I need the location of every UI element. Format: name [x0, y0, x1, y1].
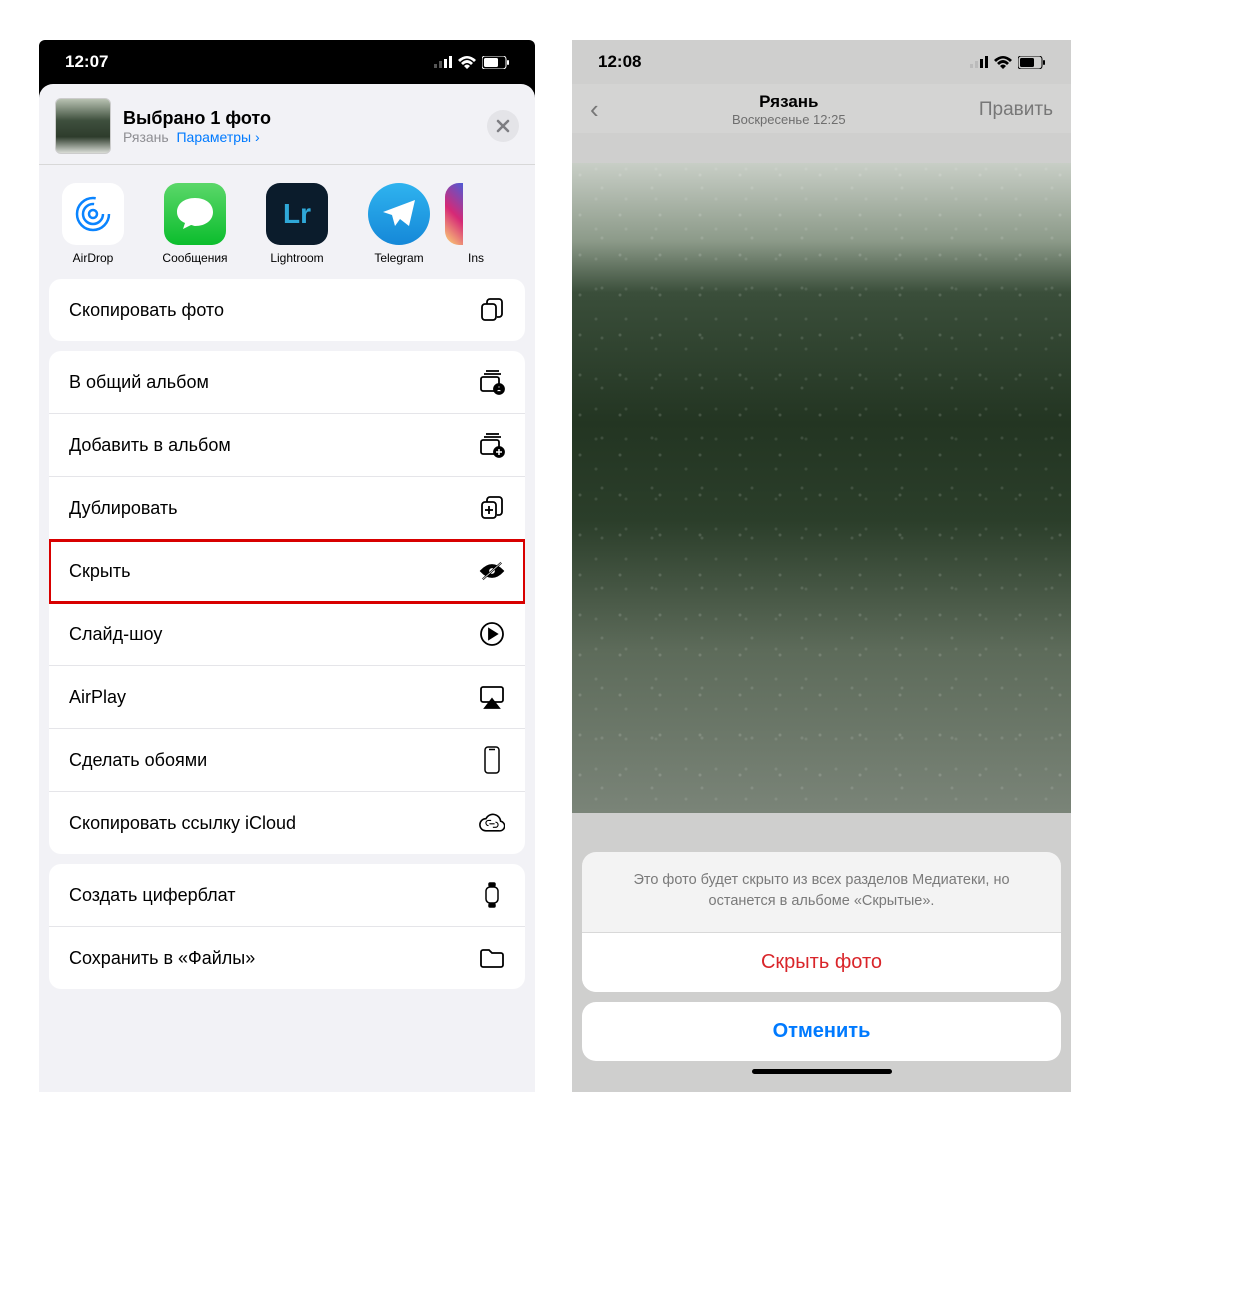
- action-airplay[interactable]: AirPlay: [49, 666, 525, 729]
- nav-title: Рязань: [599, 92, 979, 112]
- slideshow-icon: [479, 621, 505, 647]
- app-airdrop[interactable]: AirDrop: [59, 183, 127, 265]
- action-label: Скопировать ссылку iCloud: [69, 813, 296, 834]
- action-group: В общий альбом Добавить в альбом Дублирова…: [49, 351, 525, 854]
- signal-icon: [434, 56, 452, 68]
- app-instagram[interactable]: Ins: [467, 183, 485, 265]
- close-icon: [496, 119, 510, 133]
- action-copy[interactable]: Скопировать фото: [49, 279, 525, 341]
- nav-subtitle: Воскресенье 12:25: [599, 112, 979, 127]
- edit-button[interactable]: Править: [979, 99, 1053, 121]
- action-label: Добавить в альбом: [69, 435, 231, 456]
- close-button[interactable]: [487, 110, 519, 142]
- action-hide[interactable]: Скрыть: [49, 540, 525, 603]
- action-sheet: Это фото будет скрыто из всех разделов М…: [572, 852, 1071, 1092]
- app-messages[interactable]: Сообщения: [161, 183, 229, 265]
- wifi-icon: [458, 56, 476, 69]
- action-add-album[interactable]: Добавить в альбом: [49, 414, 525, 477]
- wifi-icon: [994, 56, 1012, 69]
- sheet-title: Выбрано 1 фото: [123, 108, 475, 129]
- app-share-row[interactable]: AirDrop Сообщения Lr Lightroom Telegram Ins: [39, 165, 535, 279]
- shared-album-icon: [479, 369, 505, 395]
- alert-message: Это фото будет скрыто из всех разделов М…: [582, 852, 1061, 933]
- action-label: Создать циферблат: [69, 885, 235, 906]
- app-label: Telegram: [374, 251, 423, 265]
- photo-nav: ‹ Рязань Воскресенье 12:25 Править: [572, 84, 1071, 133]
- action-duplicate[interactable]: Дублировать: [49, 477, 525, 540]
- sheet-header: Выбрано 1 фото Рязань Параметры ›: [39, 84, 535, 165]
- messages-icon: [164, 183, 226, 245]
- params-link[interactable]: Параметры ›: [176, 129, 259, 145]
- app-label: Ins: [468, 251, 484, 265]
- status-time: 12:07: [65, 52, 108, 72]
- action-group: Скопировать фото: [49, 279, 525, 341]
- action-label: Скопировать фото: [69, 300, 224, 321]
- action-label: Сохранить в «Файлы»: [69, 948, 255, 969]
- app-telegram[interactable]: Telegram: [365, 183, 433, 265]
- status-time: 12:08: [598, 52, 641, 72]
- action-wallpaper[interactable]: Сделать обоями: [49, 729, 525, 792]
- watchface-icon: [479, 882, 505, 908]
- photo-thumbnail[interactable]: [55, 98, 111, 154]
- battery-icon: [482, 56, 509, 69]
- sheet-subtitle: Рязань Параметры ›: [123, 129, 475, 145]
- airplay-icon: [479, 684, 505, 710]
- action-slideshow[interactable]: Слайд-шоу: [49, 603, 525, 666]
- action-label: В общий альбом: [69, 372, 209, 393]
- action-group: Создать циферблат Сохранить в «Файлы»: [49, 864, 525, 989]
- copy-icon: [479, 297, 505, 323]
- hide-icon: [479, 558, 505, 584]
- signal-icon: [970, 56, 988, 68]
- back-button[interactable]: ‹: [590, 94, 599, 125]
- action-label: Скрыть: [69, 561, 130, 582]
- battery-icon: [1018, 56, 1045, 69]
- cancel-button[interactable]: Отменить: [582, 1002, 1061, 1061]
- app-lightroom[interactable]: Lr Lightroom: [263, 183, 331, 265]
- action-shared-album[interactable]: В общий альбом: [49, 351, 525, 414]
- app-label: Lightroom: [270, 251, 323, 265]
- action-files[interactable]: Сохранить в «Файлы»: [49, 927, 525, 989]
- phone-left: 12:07 Выбрано 1 фото Рязань Параметры › …: [39, 40, 535, 1092]
- app-label: AirDrop: [73, 251, 114, 265]
- share-sheet: Выбрано 1 фото Рязань Параметры › AirDro…: [39, 84, 535, 1092]
- instagram-icon: [445, 183, 507, 245]
- phone-right: 12:08 ‹ Рязань Воскресенье 12:25 Править…: [572, 40, 1071, 1092]
- action-label: AirPlay: [69, 687, 126, 708]
- action-label: Дублировать: [69, 498, 177, 519]
- airdrop-icon: [62, 183, 124, 245]
- duplicate-icon: [479, 495, 505, 521]
- wallpaper-icon: [479, 747, 505, 773]
- add-album-icon: [479, 432, 505, 458]
- photo-preview[interactable]: [572, 163, 1071, 813]
- action-label: Слайд-шоу: [69, 624, 162, 645]
- status-bar: 12:08: [572, 40, 1071, 84]
- files-icon: [479, 945, 505, 971]
- telegram-icon: [368, 183, 430, 245]
- home-indicator: [752, 1069, 892, 1074]
- action-list: Скопировать фото В общий альбом Добавить в…: [39, 279, 535, 999]
- action-watchface[interactable]: Создать циферблат: [49, 864, 525, 927]
- hide-photo-button[interactable]: Скрыть фото: [582, 933, 1061, 992]
- action-icloud-link[interactable]: Скопировать ссылку iCloud: [49, 792, 525, 854]
- lightroom-icon: Lr: [266, 183, 328, 245]
- status-bar: 12:07: [39, 40, 535, 84]
- action-label: Сделать обоями: [69, 750, 207, 771]
- app-label: Сообщения: [162, 251, 227, 265]
- icloud-link-icon: [479, 810, 505, 836]
